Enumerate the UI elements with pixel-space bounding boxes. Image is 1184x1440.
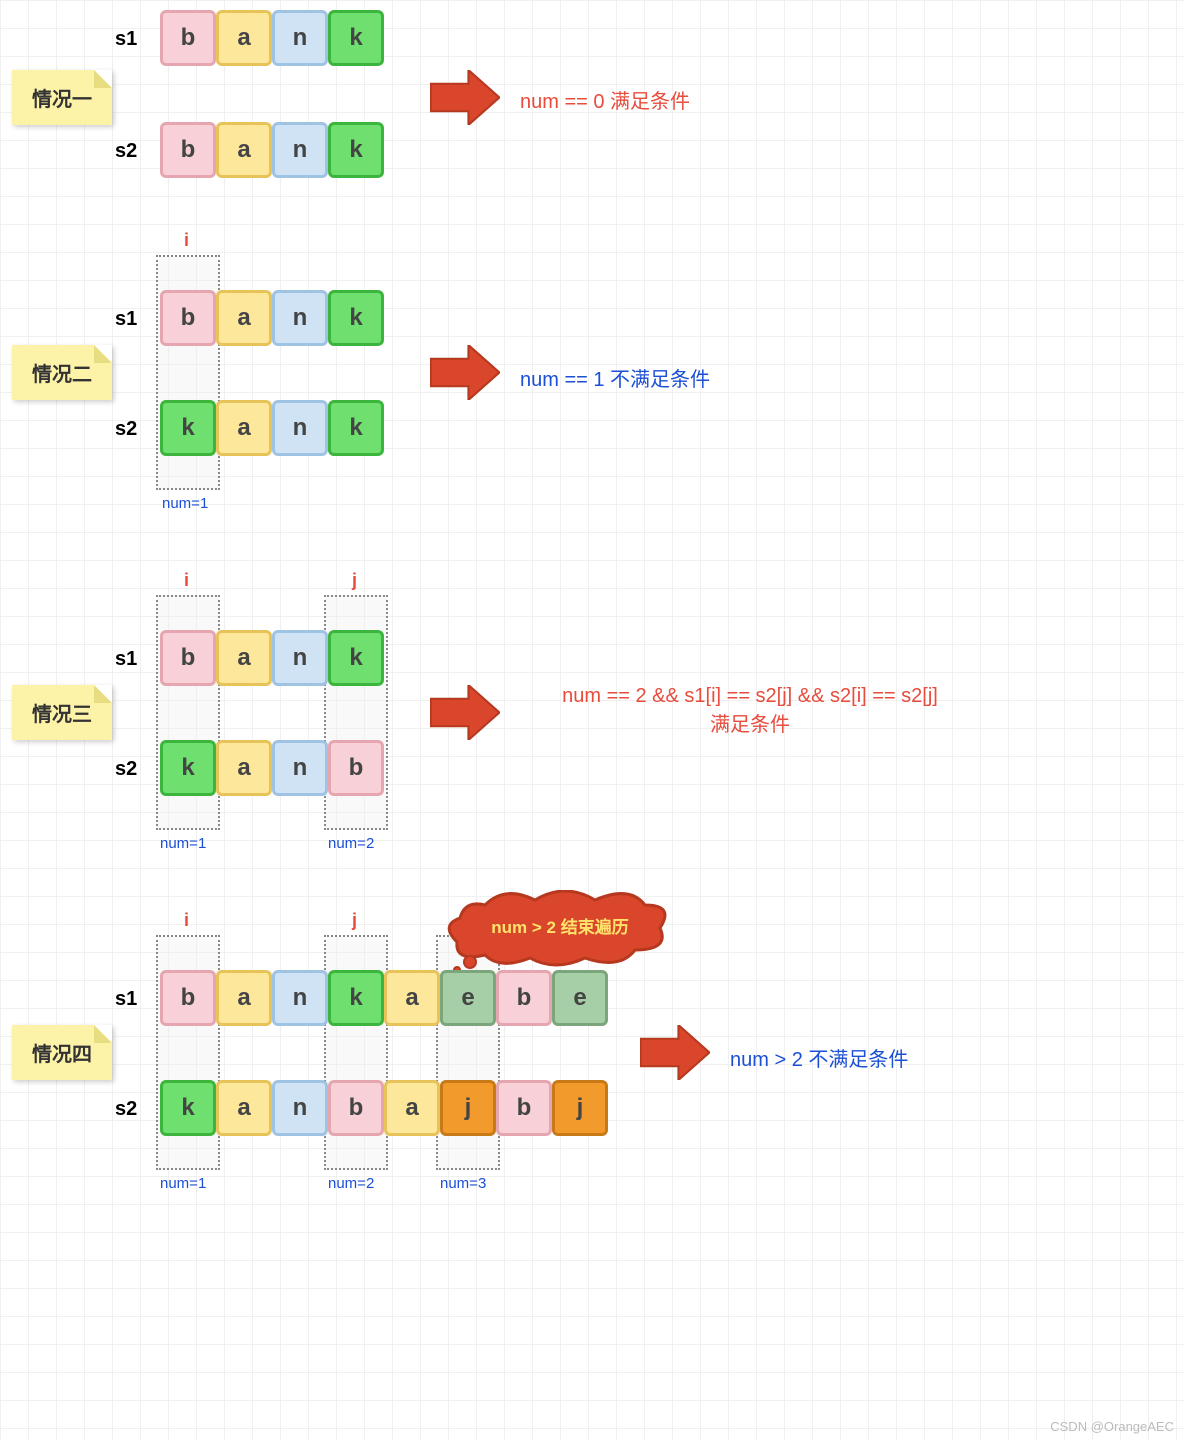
c2-i: i [184, 230, 189, 251]
c3-i-0: i [184, 570, 189, 591]
c1-s2-cell-1: a [216, 122, 272, 178]
c2-s2-label: s2 [115, 418, 137, 441]
c4-s1-cell-4: a [384, 970, 440, 1026]
c1-s1-cell-0: b [160, 10, 216, 66]
c4-s2-cell-1: a [216, 1080, 272, 1136]
arrow-icon [430, 345, 500, 400]
sticky-case3: 情况三 [12, 685, 112, 740]
c4-s1-cell-2: n [272, 970, 328, 1026]
c3-i-1: j [352, 570, 357, 591]
c3-num-1: num=2 [328, 835, 374, 852]
c3-num-0: num=1 [160, 835, 206, 852]
c1-s1-cell-3: k [328, 10, 384, 66]
c3-s1-label: s1 [115, 648, 137, 671]
arrow-icon [430, 70, 500, 125]
c4-s2-cell-3: b [328, 1080, 384, 1136]
c3-s2-cell-0: k [160, 740, 216, 796]
c4-result: num > 2 不满足条件 [730, 1043, 908, 1072]
c3-result: num == 2 && s1[i] == s2[j] && s2[i] == s… [500, 685, 1000, 737]
c4-s1-cell-3: k [328, 970, 384, 1026]
c4-s2-cell-7: j [552, 1080, 608, 1136]
c1-s2-label: s2 [115, 140, 137, 163]
c1-s2-cell-3: k [328, 122, 384, 178]
c2-s1-label: s1 [115, 308, 137, 331]
c2-s2-cell-3: k [328, 400, 384, 456]
c2-s1-cell-1: a [216, 290, 272, 346]
c2-s2-cell-0: k [160, 400, 216, 456]
c2-s2-cell-2: n [272, 400, 328, 456]
c4-s1-label: s1 [115, 988, 137, 1011]
c4-s2-cell-4: a [384, 1080, 440, 1136]
c4-num-2: num=3 [440, 1175, 486, 1192]
c1-result: num == 0 满足条件 [520, 85, 690, 114]
c4-s2-label: s2 [115, 1098, 137, 1121]
sticky-case4: 情况四 [12, 1025, 112, 1080]
c4-s2-cell-6: b [496, 1080, 552, 1136]
c1-s1-cell-2: n [272, 10, 328, 66]
c3-s1-cell-1: a [216, 630, 272, 686]
sticky-case1: 情况一 [12, 70, 112, 125]
c1-s1-cell-1: a [216, 10, 272, 66]
c4-s1-cell-0: b [160, 970, 216, 1026]
c1-s1-label: s1 [115, 28, 137, 51]
c4-i-0: i [184, 910, 189, 931]
c2-s1-cell-3: k [328, 290, 384, 346]
c1-s2-cell-2: n [272, 122, 328, 178]
c2-num: num=1 [162, 495, 208, 512]
watermark: CSDN @OrangeAEC [1050, 1419, 1174, 1434]
c4-s1-cell-1: a [216, 970, 272, 1026]
c4-s2-cell-0: k [160, 1080, 216, 1136]
c3-s2-cell-3: b [328, 740, 384, 796]
c4-s1-cell-6: b [496, 970, 552, 1026]
c4-num-0: num=1 [160, 1175, 206, 1192]
c1-s2-cell-0: b [160, 122, 216, 178]
c3-s1-cell-0: b [160, 630, 216, 686]
c4-s1-cell-7: e [552, 970, 608, 1026]
arrow-icon [640, 1025, 710, 1080]
c3-s2-label: s2 [115, 758, 137, 781]
c3-s1-cell-2: n [272, 630, 328, 686]
arrow-icon [430, 685, 500, 740]
c4-s2-cell-5: j [440, 1080, 496, 1136]
c2-s1-cell-0: b [160, 290, 216, 346]
c3-s2-cell-2: n [272, 740, 328, 796]
cloud-callout: num > 2 结束遍历 [445, 890, 675, 975]
c2-result: num == 1 不满足条件 [520, 363, 710, 392]
c2-s2-cell-1: a [216, 400, 272, 456]
c3-s2-cell-1: a [216, 740, 272, 796]
c4-s2-cell-2: n [272, 1080, 328, 1136]
c3-s1-cell-3: k [328, 630, 384, 686]
c4-num-1: num=2 [328, 1175, 374, 1192]
c4-i-1: j [352, 910, 357, 931]
c2-s1-cell-2: n [272, 290, 328, 346]
c4-s1-cell-5: e [440, 970, 496, 1026]
sticky-case2: 情况二 [12, 345, 112, 400]
